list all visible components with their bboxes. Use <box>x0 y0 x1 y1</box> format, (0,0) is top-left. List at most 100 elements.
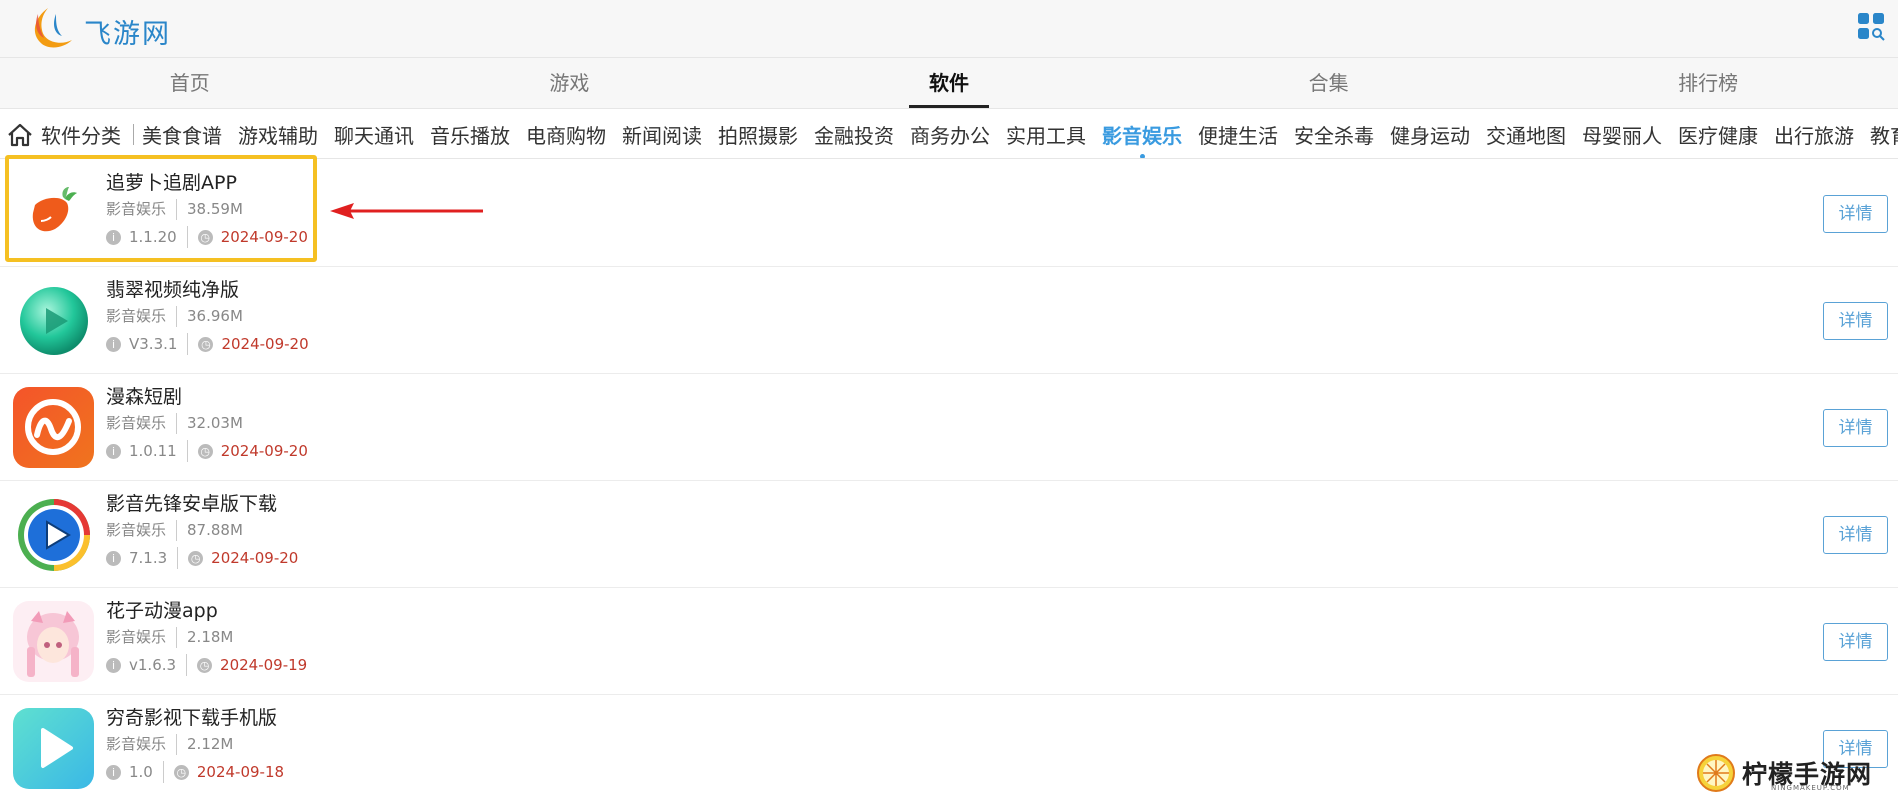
app-version-date: i v1.6.3 ◷ 2024-09-19 <box>106 654 307 676</box>
detail-button[interactable]: 详情 <box>1823 623 1888 661</box>
app-info: 影音先锋安卓版下载 影音娱乐 87.88M i 7.1.3 ◷ 2024-09-… <box>106 491 298 569</box>
category-list: 美食食谱 游戏辅助 聊天通讯 音乐播放 电商购物 新闻阅读 拍照摄影 金融投资 … <box>142 120 1898 158</box>
detail-button[interactable]: 详情 <box>1823 195 1888 233</box>
red-arrow-icon <box>330 203 483 219</box>
divider <box>133 124 134 145</box>
detail-button[interactable]: 详情 <box>1823 302 1888 340</box>
app-meta: 影音娱乐 2.18M <box>106 627 307 648</box>
category-item[interactable]: 教育学 <box>1870 120 1898 149</box>
category-item[interactable]: 交通地图 <box>1486 120 1566 149</box>
category-title: 软件分类 <box>41 124 121 148</box>
watermark-sub: NINGMAKEUP.COM <box>1771 784 1850 792</box>
cyan-play-icon[interactable] <box>13 708 94 789</box>
category-item[interactable]: 便捷生活 <box>1198 120 1278 149</box>
site-header: 飞游网 <box>0 0 1898 58</box>
app-date: 2024-09-20 <box>221 335 309 353</box>
list-item[interactable]: 影音先锋安卓版下载 影音娱乐 87.88M i 7.1.3 ◷ 2024-09-… <box>0 481 1898 588</box>
app-name[interactable]: 花子动漫app <box>106 598 307 624</box>
app-version: V3.3.1 <box>129 333 189 355</box>
app-date: 2024-09-20 <box>220 442 308 460</box>
info-icon: i <box>106 764 121 780</box>
anime-girl-icon[interactable] <box>13 601 94 682</box>
category-item[interactable]: 医疗健康 <box>1678 120 1758 149</box>
clock-icon: ◷ <box>197 657 213 673</box>
tab-games[interactable]: 游戏 <box>380 58 760 108</box>
green-play-orb-icon[interactable] <box>13 280 94 361</box>
category-item[interactable]: 音乐播放 <box>430 120 510 149</box>
app-category: 影音娱乐 <box>106 413 178 434</box>
site-logo-icon[interactable] <box>26 4 76 52</box>
app-info: 穷奇影视下载手机版 影音娱乐 2.12M i 1.0 ◷ 2024-09-18 <box>106 705 284 783</box>
info-icon: i <box>106 550 121 566</box>
tab-collections[interactable]: 合集 <box>1139 58 1519 108</box>
app-size: 36.96M <box>187 307 243 325</box>
app-date: 2024-09-19 <box>220 656 308 674</box>
app-size: 32.03M <box>187 414 243 432</box>
tab-home[interactable]: 首页 <box>0 58 380 108</box>
app-date: 2024-09-20 <box>211 549 299 567</box>
category-item[interactable]: 安全杀毒 <box>1294 120 1374 149</box>
list-item[interactable]: 翡翠视频纯净版 影音娱乐 36.96M i V3.3.1 ◷ 2024-09-2… <box>0 267 1898 374</box>
category-item[interactable]: 母婴丽人 <box>1582 120 1662 149</box>
highlight-frame <box>5 155 317 262</box>
app-version: 7.1.3 <box>129 547 179 569</box>
category-item[interactable]: 拍照摄影 <box>718 120 798 149</box>
app-date: 2024-09-18 <box>196 763 285 781</box>
app-name[interactable]: 穷奇影视下载手机版 <box>106 705 284 731</box>
app-name[interactable]: 影音先锋安卓版下载 <box>106 491 298 517</box>
list-item[interactable]: 漫森短剧 影音娱乐 32.03M i 1.0.11 ◷ 2024-09-20 详… <box>0 374 1898 481</box>
category-item[interactable]: 实用工具 <box>1006 120 1086 149</box>
app-category: 影音娱乐 <box>106 627 178 648</box>
clock-icon: ◷ <box>198 336 214 352</box>
app-name[interactable]: 漫森短剧 <box>106 384 308 410</box>
app-version: v1.6.3 <box>129 654 188 676</box>
category-item[interactable]: 金融投资 <box>814 120 894 149</box>
app-version-date: i 1.0.11 ◷ 2024-09-20 <box>106 440 308 462</box>
main-nav: 首页 游戏 软件 合集 排行榜 <box>0 58 1898 109</box>
list-item[interactable]: 穷奇影视下载手机版 影音娱乐 2.12M i 1.0 ◷ 2024-09-18 … <box>0 695 1898 799</box>
category-item[interactable]: 游戏辅助 <box>238 120 318 149</box>
category-item[interactable]: 美食食谱 <box>142 120 222 149</box>
app-version-date: i V3.3.1 ◷ 2024-09-20 <box>106 333 309 355</box>
info-icon: i <box>106 443 121 459</box>
app-version-date: i 7.1.3 ◷ 2024-09-20 <box>106 547 298 569</box>
info-icon: i <box>106 657 121 673</box>
category-item[interactable]: 新闻阅读 <box>622 120 702 149</box>
tab-rankings[interactable]: 排行榜 <box>1518 58 1898 108</box>
grid-menu-icon[interactable] <box>1856 11 1886 41</box>
site-name[interactable]: 飞游网 <box>84 12 171 51</box>
tab-software[interactable]: 软件 <box>759 58 1139 108</box>
app-size: 2.18M <box>187 628 234 646</box>
app-meta: 影音娱乐 36.96M <box>106 306 309 327</box>
category-item[interactable]: 商务办公 <box>910 120 990 149</box>
app-meta: 影音娱乐 2.12M <box>106 734 284 755</box>
detail-button[interactable]: 详情 <box>1823 516 1888 554</box>
detail-button[interactable]: 详情 <box>1823 409 1888 447</box>
app-info: 花子动漫app 影音娱乐 2.18M i v1.6.3 ◷ 2024-09-19 <box>106 598 307 676</box>
category-item[interactable]: 出行旅游 <box>1774 120 1854 149</box>
app-size: 2.12M <box>187 735 234 753</box>
category-item-active[interactable]: 影音娱乐 <box>1102 120 1182 158</box>
orange-m-icon[interactable] <box>13 387 94 468</box>
app-category: 影音娱乐 <box>106 306 178 327</box>
app-info: 漫森短剧 影音娱乐 32.03M i 1.0.11 ◷ 2024-09-20 <box>106 384 308 462</box>
home-icon[interactable] <box>6 122 34 148</box>
app-category: 影音娱乐 <box>106 734 178 755</box>
lemon-logo-icon <box>1697 754 1735 792</box>
app-size: 87.88M <box>187 521 243 539</box>
app-category: 影音娱乐 <box>106 520 178 541</box>
category-item[interactable]: 电商购物 <box>526 120 606 149</box>
app-name[interactable]: 翡翠视频纯净版 <box>106 277 309 303</box>
info-icon: i <box>106 336 121 352</box>
category-bar: 软件分类 美食食谱 游戏辅助 聊天通讯 音乐播放 电商购物 新闻阅读 拍照摄影 … <box>0 110 1898 159</box>
list-item[interactable]: 花子动漫app 影音娱乐 2.18M i v1.6.3 ◷ 2024-09-19… <box>0 588 1898 695</box>
clock-icon: ◷ <box>173 764 189 780</box>
category-item[interactable]: 聊天通讯 <box>334 120 414 149</box>
app-version: 1.0 <box>129 761 164 783</box>
blue-play-ring-icon[interactable] <box>13 494 94 575</box>
app-info: 翡翠视频纯净版 影音娱乐 36.96M i V3.3.1 ◷ 2024-09-2… <box>106 277 309 355</box>
app-meta: 影音娱乐 32.03M <box>106 413 308 434</box>
app-version: 1.0.11 <box>129 440 188 462</box>
category-item[interactable]: 健身运动 <box>1390 120 1470 149</box>
app-version-date: i 1.0 ◷ 2024-09-18 <box>106 761 284 783</box>
